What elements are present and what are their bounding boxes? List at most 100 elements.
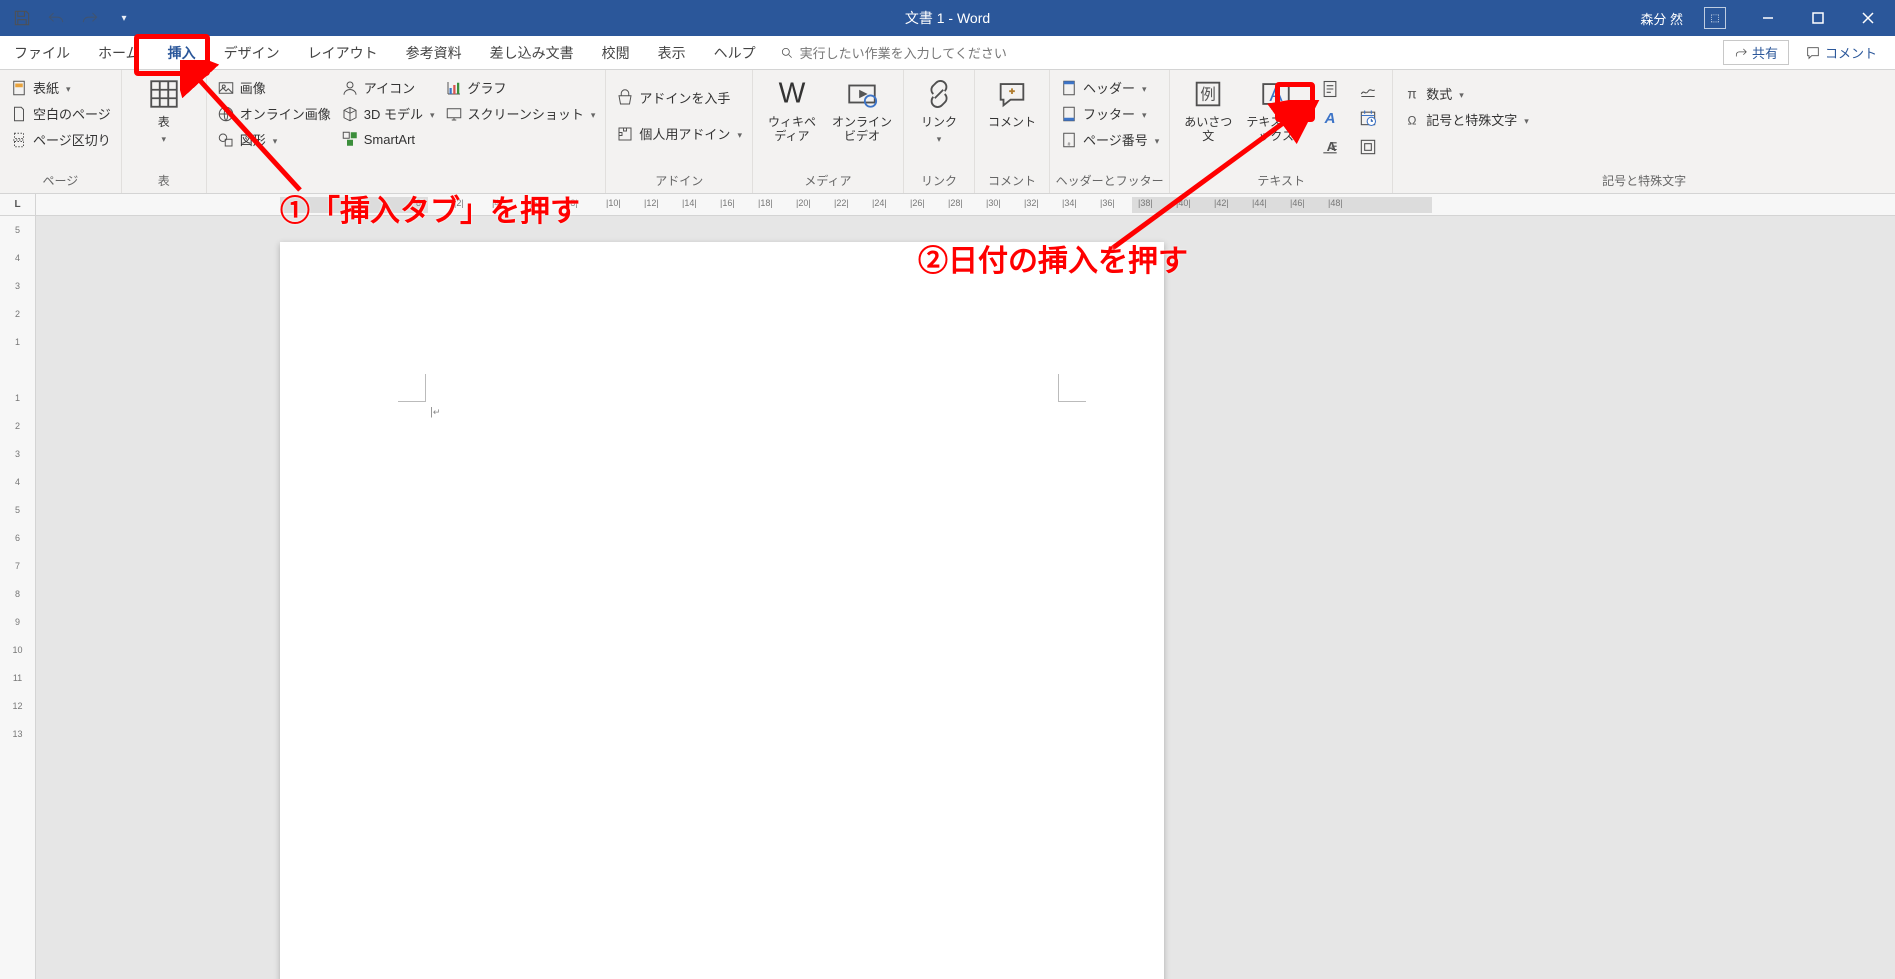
svg-text:W: W	[779, 78, 806, 110]
page-break-icon	[10, 131, 28, 149]
header-icon	[1060, 79, 1078, 97]
get-addins-button[interactable]: アドインを入手	[616, 86, 742, 109]
comments-button[interactable]: コメント	[1795, 40, 1887, 65]
tab-home[interactable]: ホーム	[84, 36, 154, 69]
cover-page-icon	[10, 79, 28, 97]
equation-icon: π	[1403, 85, 1421, 103]
ruler-tick: 2	[15, 412, 20, 440]
save-icon[interactable]	[12, 8, 32, 28]
ruler-tick: |32|	[1024, 198, 1039, 208]
ruler-corner[interactable]: L	[0, 194, 36, 216]
qat-customize-icon[interactable]: ▾	[114, 8, 134, 28]
ruler-tick: 8	[15, 580, 20, 608]
svg-text:π: π	[1408, 86, 1417, 101]
ruler-tick: |24|	[872, 198, 887, 208]
group-addins-label: アドイン	[606, 170, 752, 193]
online-video-button[interactable]: オンラインビデオ	[831, 76, 893, 144]
ruler-tick: |14|	[682, 198, 697, 208]
header-button[interactable]: ヘッダー	[1060, 76, 1159, 99]
annotation-arrow-1	[180, 60, 320, 200]
tab-view[interactable]: 表示	[644, 36, 700, 69]
svg-text:Ω: Ω	[1408, 113, 1417, 127]
ruler-tick: 10	[12, 636, 22, 664]
ruler-tick: |20|	[796, 198, 811, 208]
tab-references[interactable]: 参考資料	[392, 36, 476, 69]
group-links-label: リンク	[904, 170, 974, 193]
smartart-button[interactable]: SmartArt	[341, 128, 435, 150]
store-icon	[616, 89, 634, 107]
ruler-tick: 3	[15, 272, 20, 300]
ruler-tick: 5	[15, 496, 20, 524]
tab-file[interactable]: ファイル	[0, 36, 84, 69]
annotation-text-1: ①「挿入タブ」を押す	[280, 186, 580, 230]
symbol-button[interactable]: Ω記号と特殊文字	[1403, 108, 1529, 131]
my-addins-button[interactable]: 個人用アドイン	[616, 122, 742, 145]
page-break-button[interactable]: ページ区切り	[10, 128, 111, 151]
wikipedia-button[interactable]: W ウィキペディア	[763, 76, 821, 144]
group-comments-label: コメント	[975, 170, 1049, 193]
text-cursor: |↵	[430, 406, 440, 418]
ruler-tick: 1	[15, 328, 20, 356]
ruler-tick: 11	[13, 664, 22, 692]
window-title: 文書 1 - Word	[905, 8, 990, 28]
icons-icon	[341, 79, 359, 97]
blank-page-button[interactable]: 空白のページ	[10, 102, 111, 125]
ribbon-display-options-icon[interactable]: ⬚	[1695, 0, 1741, 36]
group-links: リンク ▾ リンク	[904, 70, 975, 193]
tab-mailings[interactable]: 差し込み文書	[476, 36, 588, 69]
user-name[interactable]: 森分 然	[1640, 9, 1683, 28]
ruler-tick: |18|	[758, 198, 773, 208]
tab-review[interactable]: 校閲	[588, 36, 644, 69]
ruler-tick: 5	[15, 216, 20, 244]
footer-icon	[1060, 105, 1078, 123]
share-button[interactable]: 共有	[1723, 40, 1789, 65]
group-symbols-label: 記号と特殊文字	[1393, 170, 1895, 193]
wordart-button[interactable]: A	[1316, 105, 1344, 131]
ruler-tick: |12|	[644, 198, 659, 208]
signature-line-button[interactable]	[1354, 76, 1382, 102]
ruler-tick: |22|	[834, 198, 849, 208]
document-page[interactable]: |↵	[280, 242, 1164, 979]
svg-text:A: A	[1324, 110, 1336, 127]
document-area: L 8|2||4||6||8||10||12||14||16||18||20||…	[0, 194, 1895, 979]
group-media: W ウィキペディア オンラインビデオ メディア	[753, 70, 904, 193]
minimize-button[interactable]	[1745, 0, 1791, 36]
margin-marker-top-left	[398, 374, 426, 402]
blank-page-icon	[10, 105, 28, 123]
cover-page-button[interactable]: 表紙	[10, 76, 111, 99]
group-addins: アドインを入手 個人用アドイン アドイン	[606, 70, 753, 193]
comment-icon	[994, 76, 1030, 112]
object-button[interactable]	[1354, 134, 1382, 160]
ruler-tick: |30|	[986, 198, 1001, 208]
page-number-icon: #	[1060, 131, 1078, 149]
annotation-text-2: ②日付の挿入を押す	[918, 236, 1188, 280]
date-time-button[interactable]	[1354, 105, 1382, 131]
tab-help[interactable]: ヘルプ	[700, 36, 770, 69]
ruler-tick: 6	[15, 524, 20, 552]
maximize-button[interactable]	[1795, 0, 1841, 36]
link-button[interactable]: リンク ▾	[914, 76, 964, 144]
vertical-ruler[interactable]: 5432112345678910111213	[0, 216, 36, 979]
chart-button[interactable]: グラフ	[445, 76, 596, 99]
undo-icon[interactable]	[46, 8, 66, 28]
redo-icon[interactable]	[80, 8, 100, 28]
comment-button[interactable]: コメント	[985, 76, 1039, 130]
ruler-tick: 7	[15, 552, 20, 580]
document-canvas[interactable]: |↵	[36, 216, 1895, 979]
icons-button[interactable]: アイコン	[341, 76, 435, 99]
table-icon	[146, 76, 182, 112]
group-symbols: π数式 Ω記号と特殊文字 記号と特殊文字	[1393, 70, 1895, 193]
equation-button[interactable]: π数式	[1403, 82, 1529, 105]
quick-parts-button[interactable]	[1316, 76, 1344, 102]
svg-text:#: #	[1068, 142, 1071, 148]
ruler-tick: 13	[12, 720, 22, 748]
tell-me-search[interactable]: 実行したい作業を入力してください	[770, 36, 1017, 69]
3d-model-icon	[341, 105, 359, 123]
ruler-tick: 3	[15, 440, 20, 468]
3d-models-button[interactable]: 3D モデル	[341, 102, 435, 125]
addins-icon	[616, 125, 634, 143]
drop-cap-button[interactable]: A	[1316, 134, 1344, 160]
close-button[interactable]	[1845, 0, 1891, 36]
screenshot-button[interactable]: スクリーンショット	[445, 102, 596, 125]
smartart-icon	[341, 130, 359, 148]
